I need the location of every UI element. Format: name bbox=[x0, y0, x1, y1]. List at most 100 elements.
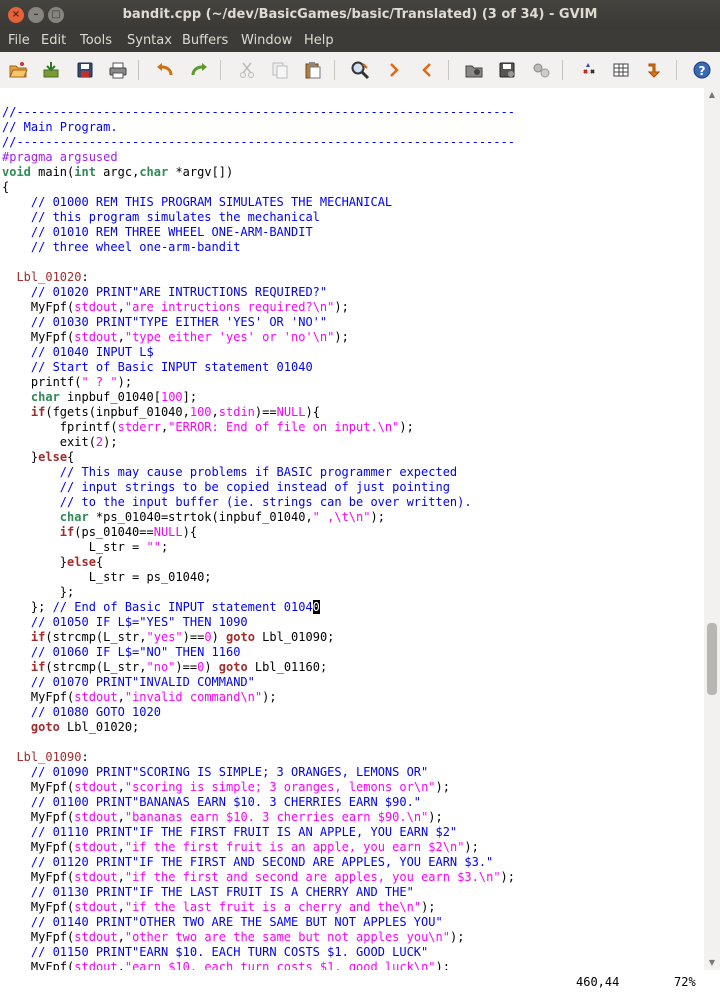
code-number: 100 bbox=[189, 405, 212, 419]
tag-jump-icon[interactable] bbox=[643, 58, 667, 82]
code-comment: // input strings to be copied instead of… bbox=[59, 480, 450, 494]
paste-icon[interactable] bbox=[301, 58, 325, 82]
code-text: ); bbox=[334, 300, 349, 314]
vertical-scrollbar[interactable]: ▲ ▼ bbox=[704, 88, 720, 970]
find-replace-icon[interactable] bbox=[348, 58, 372, 82]
toolbar-separator bbox=[448, 60, 449, 80]
code-comment: // 01030 PRINT"TYPE EITHER 'YES' OR 'NO'… bbox=[30, 315, 328, 329]
code-text: MyFpf( bbox=[30, 930, 75, 944]
menu-edit[interactable]: Edit bbox=[41, 30, 66, 52]
code-text: Lbl_01020; bbox=[59, 720, 140, 734]
code-text: exit( bbox=[59, 435, 96, 449]
code-text: ); bbox=[449, 930, 465, 944]
code-comment: // This may cause problems if BASIC prog… bbox=[59, 465, 458, 479]
cut-icon[interactable] bbox=[235, 58, 259, 82]
code-editor[interactable]: //--------------------------------------… bbox=[0, 88, 704, 970]
code-text: MyFpf( bbox=[30, 330, 75, 344]
code-string: "scoring is simple; 3 oranges, lemons or… bbox=[124, 780, 436, 794]
code-text: ); bbox=[117, 375, 133, 389]
code-text: main( bbox=[30, 165, 75, 179]
scroll-percent: 72% bbox=[674, 975, 696, 989]
code-comment: // 01020 PRINT"ARE INTRUCTIONS REQUIRED?… bbox=[30, 285, 328, 299]
code-comment: // 01000 REM THIS PROGRAM SIMULATES THE … bbox=[30, 195, 393, 209]
save-session-icon[interactable] bbox=[495, 58, 519, 82]
scroll-up-icon[interactable]: ▲ bbox=[704, 88, 720, 102]
code-comment: // three wheel one-arm-bandit bbox=[30, 240, 241, 254]
find-next-icon[interactable] bbox=[382, 58, 406, 82]
status-line: 460,44 72% bbox=[0, 970, 720, 993]
code-text: MyFpf( bbox=[30, 840, 75, 854]
redo-icon[interactable] bbox=[187, 58, 211, 82]
code-text: ); bbox=[435, 780, 450, 794]
menu-syntax[interactable]: Syntax bbox=[127, 30, 172, 52]
save-icon[interactable] bbox=[39, 58, 63, 82]
code-string: "ERROR: End of file on input.\n" bbox=[168, 420, 400, 434]
code-comment: // 01130 PRINT"IF THE LAST FRUIT IS A CH… bbox=[30, 885, 414, 899]
code-text: Lbl_01160; bbox=[247, 660, 328, 674]
toolbar-separator bbox=[562, 60, 563, 80]
menu-buffers[interactable]: Buffers bbox=[182, 30, 228, 52]
code-constant: stdout bbox=[74, 330, 118, 344]
code-string: "if the last fruit is a cherry and the\n… bbox=[124, 900, 422, 914]
code-text: ); bbox=[103, 435, 118, 449]
code-string: "other two are the same but not apples y… bbox=[124, 930, 450, 944]
code-text: ); bbox=[464, 840, 479, 854]
code-line: { bbox=[2, 180, 10, 194]
code-constant: stdout bbox=[74, 840, 118, 854]
menu-window[interactable]: Window bbox=[241, 30, 292, 52]
scroll-down-icon[interactable]: ▼ bbox=[704, 956, 720, 970]
code-constant: stdout bbox=[74, 930, 118, 944]
code-comment: // this program simulates the mechanical bbox=[30, 210, 320, 224]
code-string: "yes" bbox=[146, 630, 183, 644]
menu-tools[interactable]: Tools bbox=[80, 30, 112, 52]
scrollbar-thumb[interactable] bbox=[707, 623, 717, 695]
code-string: "if the first and second are apples, you… bbox=[124, 870, 501, 884]
run-script-icon[interactable] bbox=[529, 58, 553, 82]
code-text: ); bbox=[370, 510, 385, 524]
open-icon[interactable] bbox=[6, 58, 30, 82]
find-prev-icon[interactable] bbox=[415, 58, 439, 82]
code-text: }; bbox=[59, 585, 75, 599]
code-text: ); bbox=[262, 690, 277, 704]
code-text: ){ bbox=[182, 525, 198, 539]
code-text: ); bbox=[500, 870, 515, 884]
load-session-icon[interactable] bbox=[462, 58, 486, 82]
code-text: , bbox=[117, 960, 125, 970]
code-text: , bbox=[117, 300, 125, 314]
menu-file[interactable]: File bbox=[8, 30, 30, 52]
code-text: MyFpf( bbox=[30, 810, 75, 824]
undo-icon[interactable] bbox=[153, 58, 177, 82]
code-string: "if the first fruit is an apple, you ear… bbox=[124, 840, 465, 854]
code-text: ); bbox=[334, 330, 349, 344]
help-icon[interactable]: ? bbox=[690, 58, 714, 82]
code-text: ); bbox=[421, 900, 436, 914]
statement-keyword: else bbox=[67, 555, 96, 569]
code-comment: // 01150 PRINT"EARN $10. EACH TURN COSTS… bbox=[30, 945, 429, 959]
type-keyword: char bbox=[59, 510, 89, 524]
code-comment: // 01070 PRINT"INVALID COMMAND" bbox=[30, 675, 255, 689]
code-string: " ,\t\n" bbox=[312, 510, 371, 524]
print-icon[interactable] bbox=[106, 58, 130, 82]
code-text: ); bbox=[399, 420, 414, 434]
code-text: MyFpf( bbox=[30, 780, 75, 794]
code-text: (ps_01040== bbox=[74, 525, 154, 539]
code-text: , bbox=[117, 930, 125, 944]
code-comment: // 01090 PRINT"SCORING IS SIMPLE; 3 ORAN… bbox=[30, 765, 429, 779]
copy-icon[interactable] bbox=[268, 58, 292, 82]
code-text: MyFpf( bbox=[30, 300, 75, 314]
code-text: inpbuf_01040[ bbox=[59, 390, 161, 404]
code-text: ); bbox=[435, 960, 450, 970]
save-all-icon[interactable] bbox=[73, 58, 97, 82]
type-keyword: char bbox=[30, 390, 60, 404]
shell-icon[interactable] bbox=[609, 58, 633, 82]
make-icon[interactable] bbox=[576, 58, 600, 82]
code-string: "bananas earn $10. 3 cherries earn $90.\… bbox=[124, 810, 429, 824]
code-text: argc, bbox=[95, 165, 140, 179]
code-text: , bbox=[117, 780, 125, 794]
menu-help[interactable]: Help bbox=[304, 30, 334, 52]
code-text: }; bbox=[30, 600, 46, 614]
toolbar-separator bbox=[334, 60, 335, 80]
code-constant: stdout bbox=[74, 690, 118, 704]
code-constant: stderr bbox=[117, 420, 161, 434]
code-text: )== bbox=[254, 405, 277, 419]
